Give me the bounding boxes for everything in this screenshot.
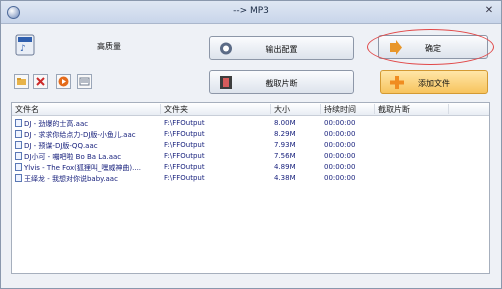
cell-duration: 00:00:00 bbox=[324, 119, 356, 127]
profile-icon[interactable]: ♪ bbox=[14, 33, 36, 57]
play-tool[interactable] bbox=[56, 74, 71, 89]
table-row[interactable]: DJ - 求求你给点力-DJ版-小鱼儿.aac F:\FFOutput 8.29… bbox=[12, 130, 489, 140]
delete-icon bbox=[36, 77, 45, 86]
cell-folder: F:\FFOutput bbox=[164, 130, 205, 138]
audio-file-icon bbox=[15, 152, 22, 160]
header-filename[interactable]: 文件名 bbox=[15, 104, 161, 114]
header-clip[interactable]: 截取片断 bbox=[378, 104, 449, 114]
table-row[interactable]: Ylvis - The Fox(狐狸叫_嘿威神曲).... F:\FFOutpu… bbox=[12, 163, 489, 173]
cell-size: 7.56M bbox=[274, 152, 296, 160]
quality-label: 高质量 bbox=[97, 42, 121, 51]
cell-filename: Ylvis - The Fox(狐狸叫_嘿威神曲).... bbox=[15, 163, 163, 173]
cell-filename: 王绎龙 - 我想对你说baby.aac bbox=[15, 174, 163, 184]
info-icon bbox=[79, 77, 90, 86]
svg-text:♪: ♪ bbox=[20, 44, 26, 54]
play-icon bbox=[58, 76, 69, 87]
cell-folder: F:\FFOutput bbox=[164, 174, 205, 182]
add-folder-tool[interactable] bbox=[14, 74, 29, 89]
cell-folder: F:\FFOutput bbox=[164, 141, 205, 149]
cell-size: 8.00M bbox=[274, 119, 296, 127]
add-file-label: 添加文件 bbox=[418, 79, 450, 88]
filename-text: Ylvis - The Fox(狐狸叫_嘿威神曲).... bbox=[24, 164, 142, 172]
cell-duration: 00:00:00 bbox=[324, 174, 356, 182]
header-duration[interactable]: 持续时间 bbox=[324, 104, 375, 114]
output-config-button[interactable]: 输出配置 bbox=[209, 36, 354, 60]
header-folder[interactable]: 文件夹 bbox=[164, 104, 271, 114]
cell-duration: 00:00:00 bbox=[324, 130, 356, 138]
table-row[interactable]: DJ - 劲爆的士高.aac F:\FFOutput 8.00M 00:00:0… bbox=[12, 119, 489, 129]
filename-text: 王绎龙 - 我想对你说baby.aac bbox=[24, 175, 118, 183]
info-tool[interactable] bbox=[77, 74, 92, 89]
table-row[interactable]: 王绎龙 - 我想对你说baby.aac F:\FFOutput 4.38M 00… bbox=[12, 174, 489, 184]
table-row[interactable]: DJ小可 - 嘣吧啦 Bo Ba La.aac F:\FFOutput 7.56… bbox=[12, 152, 489, 162]
audio-file-icon bbox=[15, 174, 22, 182]
cell-duration: 00:00:00 bbox=[324, 152, 356, 160]
cell-duration: 00:00:00 bbox=[324, 163, 356, 171]
highlight-ring bbox=[367, 29, 494, 65]
cell-filename: DJ小可 - 嘣吧啦 Bo Ba La.aac bbox=[15, 152, 163, 162]
header-size[interactable]: 大小 bbox=[274, 104, 321, 114]
filename-text: DJ - 求求你给点力-DJ版-小鱼儿.aac bbox=[24, 131, 136, 139]
file-list[interactable]: 文件名 文件夹 大小 持续时间 截取片断 DJ - 劲爆的士高.aac F:\F… bbox=[11, 102, 490, 274]
cell-folder: F:\FFOutput bbox=[164, 163, 205, 171]
window-title: --> MP3 bbox=[233, 6, 269, 16]
remove-tool[interactable] bbox=[33, 74, 48, 89]
audio-file-icon bbox=[15, 130, 22, 138]
cell-filename: DJ - 劲爆的士高.aac bbox=[15, 119, 163, 129]
table-row[interactable]: DJ - 预谋-DJ版-QQ.aac F:\FFOutput 7.93M 00:… bbox=[12, 141, 489, 151]
audio-file-icon bbox=[15, 119, 22, 127]
cell-size: 8.29M bbox=[274, 130, 296, 138]
cell-filename: DJ - 预谋-DJ版-QQ.aac bbox=[15, 141, 163, 151]
list-header: 文件名 文件夹 大小 持续时间 截取片断 bbox=[12, 103, 489, 116]
audio-file-icon bbox=[15, 141, 22, 149]
cell-size: 4.89M bbox=[274, 163, 296, 171]
cell-folder: F:\FFOutput bbox=[164, 119, 205, 127]
cell-folder: F:\FFOutput bbox=[164, 152, 205, 160]
cell-filename: DJ - 求求你给点力-DJ版-小鱼儿.aac bbox=[15, 130, 163, 140]
cell-size: 4.38M bbox=[274, 174, 296, 182]
filename-text: DJ - 预谋-DJ版-QQ.aac bbox=[24, 142, 98, 150]
title-bar: --> MP3 ✕ bbox=[1, 1, 501, 24]
close-icon[interactable]: ✕ bbox=[483, 5, 495, 17]
converter-window: --> MP3 ✕ ♪ 高质量 输出配置 截取片断 确定 添加文件 文件名 文件… bbox=[0, 0, 502, 289]
filename-text: DJ - 劲爆的士高.aac bbox=[24, 120, 89, 128]
folder-icon bbox=[17, 78, 26, 85]
clip-button[interactable]: 截取片断 bbox=[209, 70, 354, 94]
cell-size: 7.93M bbox=[274, 141, 296, 149]
filename-text: DJ小可 - 嘣吧啦 Bo Ba La.aac bbox=[24, 153, 122, 161]
output-config-label: 输出配置 bbox=[265, 45, 298, 54]
add-file-button[interactable]: 添加文件 bbox=[380, 70, 488, 94]
clip-label: 截取片断 bbox=[265, 79, 298, 88]
audio-file-icon bbox=[15, 163, 22, 171]
cell-duration: 00:00:00 bbox=[324, 141, 356, 149]
